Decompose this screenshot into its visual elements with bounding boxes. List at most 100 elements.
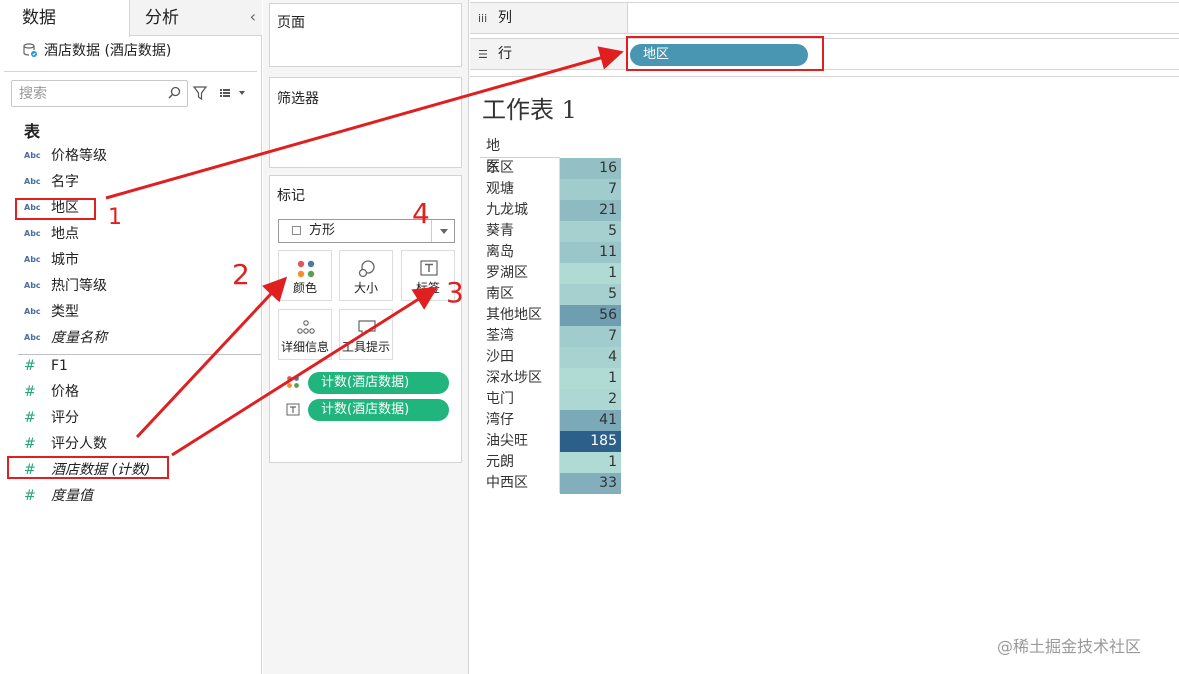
field-price[interactable]: # 价格	[24, 381, 79, 403]
row-count-cell[interactable]: 1	[560, 368, 621, 389]
filter-icon[interactable]	[193, 86, 207, 100]
tab-data[interactable]: 数据	[0, 0, 130, 37]
field-price-level[interactable]: Abc 价格等级	[24, 145, 107, 167]
row-count-cell[interactable]: 5	[560, 284, 621, 305]
table-row[interactable]: 罗湖区 1	[480, 263, 621, 284]
data-pane: 数据 分析 ‹ 酒店数据 (酒店数据) 表 Abc 价格等级 Abc 名字	[0, 0, 262, 674]
string-type-icon: Abc	[24, 307, 41, 316]
detail-button-label: 详细信息	[280, 340, 329, 354]
row-count-cell[interactable]: 7	[560, 326, 621, 347]
field-city[interactable]: Abc 城市	[24, 249, 79, 271]
table-row[interactable]: 葵青 5	[480, 221, 621, 242]
table-row[interactable]: 荃湾 7	[480, 326, 621, 347]
table-row[interactable]: 湾仔 41	[480, 410, 621, 431]
tab-analysis[interactable]: 分析	[131, 0, 241, 36]
field-type[interactable]: Abc 类型	[24, 301, 79, 323]
table-row[interactable]: 屯门 2	[480, 389, 621, 410]
mark-type-value: 方形	[309, 223, 336, 238]
pane-tabbar: 数据 分析 ‹	[0, 0, 262, 37]
row-region-label: 其他地区	[486, 307, 542, 323]
row-count-cell[interactable]: 2	[560, 389, 621, 410]
row-region-label: 中西区	[486, 475, 528, 491]
dropdown-separator	[431, 220, 432, 242]
columns-shelf-label: iii 列	[470, 3, 628, 33]
cards-pane: 页面 筛选器 标记 方形 颜色 大小 标签 详细信息 工具提示 计数(酒店数据)…	[263, 0, 469, 674]
filters-card-title: 筛选器	[277, 91, 319, 107]
size-button[interactable]: 大小	[339, 250, 393, 301]
label-button-label: 标签	[415, 281, 440, 295]
color-button[interactable]: 颜色	[278, 250, 332, 301]
table-row[interactable]: 油尖旺 185	[480, 431, 621, 452]
table-row[interactable]: 元朗 1	[480, 452, 621, 473]
row-region-label: 屯门	[486, 391, 514, 407]
mark-type-dropdown[interactable]: 方形	[278, 219, 455, 243]
row-count-cell[interactable]: 1	[560, 263, 621, 284]
number-type-icon: #	[24, 358, 36, 374]
field-name[interactable]: Abc 名字	[24, 171, 79, 193]
field-popularity[interactable]: Abc 热门等级	[24, 275, 107, 297]
row-count-cell[interactable]: 11	[560, 242, 621, 263]
chevron-down-icon[interactable]	[440, 229, 448, 234]
row-count-cell[interactable]: 5	[560, 221, 621, 242]
highlight-region-field	[15, 198, 96, 220]
table-row[interactable]: 沙田 4	[480, 347, 621, 368]
number-type-icon: #	[24, 410, 36, 426]
table-row[interactable]: 九龙城 21	[480, 200, 621, 221]
marks-card-title: 标记	[277, 188, 305, 204]
row-count-cell[interactable]: 185	[560, 431, 621, 452]
row-count-cell[interactable]: 7	[560, 179, 621, 200]
row-count-cell[interactable]: 4	[560, 347, 621, 368]
row-count-cell[interactable]: 41	[560, 410, 621, 431]
columns-label: 列	[498, 10, 512, 26]
collapse-pane-icon[interactable]: ‹	[250, 0, 256, 36]
tooltip-button[interactable]: 工具提示	[339, 309, 393, 360]
field-measure-names[interactable]: Abc 度量名称	[24, 327, 107, 349]
field-rating-count[interactable]: # 评分人数	[24, 433, 107, 455]
field-f1[interactable]: # F1	[24, 355, 68, 377]
row-count-cell[interactable]: 21	[560, 200, 621, 221]
rows-shelf[interactable]: ☰ 行 地区	[470, 38, 1179, 70]
field-search-box[interactable]	[11, 80, 188, 107]
label-count-pill[interactable]: 计数(酒店数据)	[308, 399, 449, 421]
field-measure-values[interactable]: # 度量值	[24, 485, 93, 507]
table-row[interactable]: 深水埗区 1	[480, 368, 621, 389]
filters-card[interactable]: 筛选器	[269, 77, 462, 168]
row-count-cell[interactable]: 33	[560, 473, 621, 494]
rows-shelf-label: ☰ 行	[470, 39, 628, 69]
color-count-pill[interactable]: 计数(酒店数据)	[308, 372, 449, 394]
string-type-icon: Abc	[24, 255, 41, 264]
rows-label: 行	[498, 46, 512, 62]
row-region-label: 油尖旺	[486, 433, 528, 449]
row-count-cell[interactable]: 56	[560, 305, 621, 326]
field-rating[interactable]: # 评分	[24, 407, 79, 429]
table-row[interactable]: 中西区 33	[480, 473, 621, 494]
table-row[interactable]: 其他地区 56	[480, 305, 621, 326]
search-icon[interactable]	[168, 86, 181, 99]
row-region-label: 东区	[486, 160, 514, 176]
row-count-cell[interactable]: 1	[560, 452, 621, 473]
row-count-cell[interactable]: 16	[560, 158, 621, 179]
view-options-icon[interactable]	[219, 86, 247, 100]
table-row[interactable]: 观塘 7	[480, 179, 621, 200]
color-button-label: 颜色	[292, 281, 317, 295]
label-icon	[420, 260, 438, 276]
table-row[interactable]: 南区 5	[480, 284, 621, 305]
detail-button[interactable]: 详细信息	[278, 309, 332, 360]
table-row[interactable]: 东区 16	[480, 158, 621, 179]
label-button[interactable]: 标签	[401, 250, 455, 301]
highlight-rows-pill	[626, 36, 824, 71]
field-search-input[interactable]	[12, 81, 162, 106]
pages-card[interactable]: 页面	[269, 3, 462, 67]
table-row[interactable]: 离岛 11	[480, 242, 621, 263]
columns-shelf[interactable]: iii 列	[470, 2, 1179, 34]
field-location[interactable]: Abc 地点	[24, 223, 79, 245]
table-header-region[interactable]: 地区	[486, 136, 500, 175]
field-label: 评分人数	[51, 436, 107, 452]
watermark: @稀土掘金技术社区	[997, 637, 1142, 656]
sheet-title[interactable]: 工作表 1	[482, 90, 577, 125]
string-type-icon: Abc	[24, 281, 41, 290]
row-region-label: 荃湾	[486, 328, 514, 344]
datasource-item[interactable]: 酒店数据 (酒店数据)	[22, 40, 171, 62]
datasource-icon	[22, 42, 38, 58]
string-type-icon: Abc	[24, 177, 41, 186]
